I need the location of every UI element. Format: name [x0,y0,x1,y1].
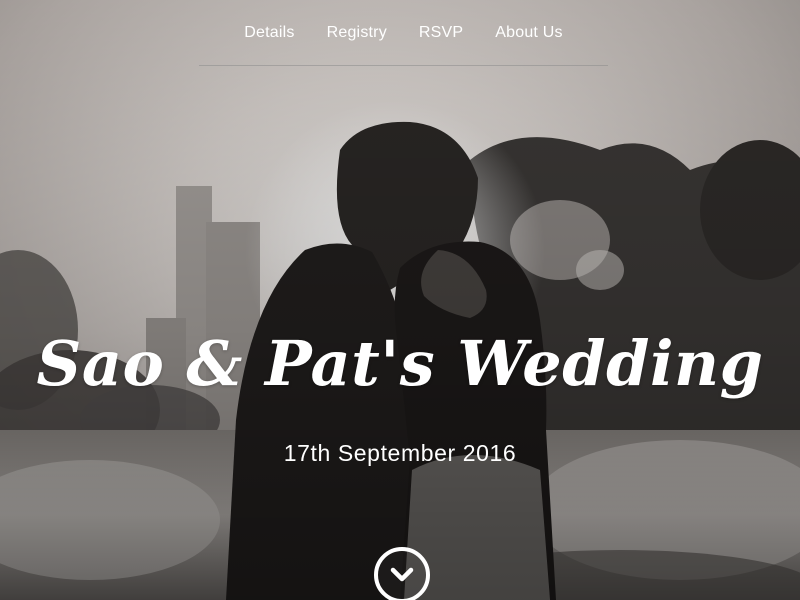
scroll-down-button[interactable] [374,547,430,600]
nav-link-details[interactable]: Details [244,24,294,41]
hero-background-photo [0,0,800,600]
hero-section: Details Registry RSVP About Us Sao & Pat… [0,0,800,600]
nav-link-about-us[interactable]: About Us [495,24,562,41]
nav-item-about-us: About Us [495,24,562,42]
wedding-date: 17th September 2016 [283,440,517,466]
nav-link-rsvp[interactable]: RSVP [419,24,463,41]
nav-item-details: Details [244,24,294,42]
nav-link-registry[interactable]: Registry [327,24,387,41]
nav-item-rsvp: RSVP [419,24,463,42]
chevron-down-icon [390,567,414,582]
nav-item-registry: Registry [327,24,387,42]
top-navigation: Details Registry RSVP About Us [0,0,800,66]
wedding-title: Sao & Pat's Wedding [36,327,764,400]
nav-menu: Details Registry RSVP About Us [199,0,608,66]
